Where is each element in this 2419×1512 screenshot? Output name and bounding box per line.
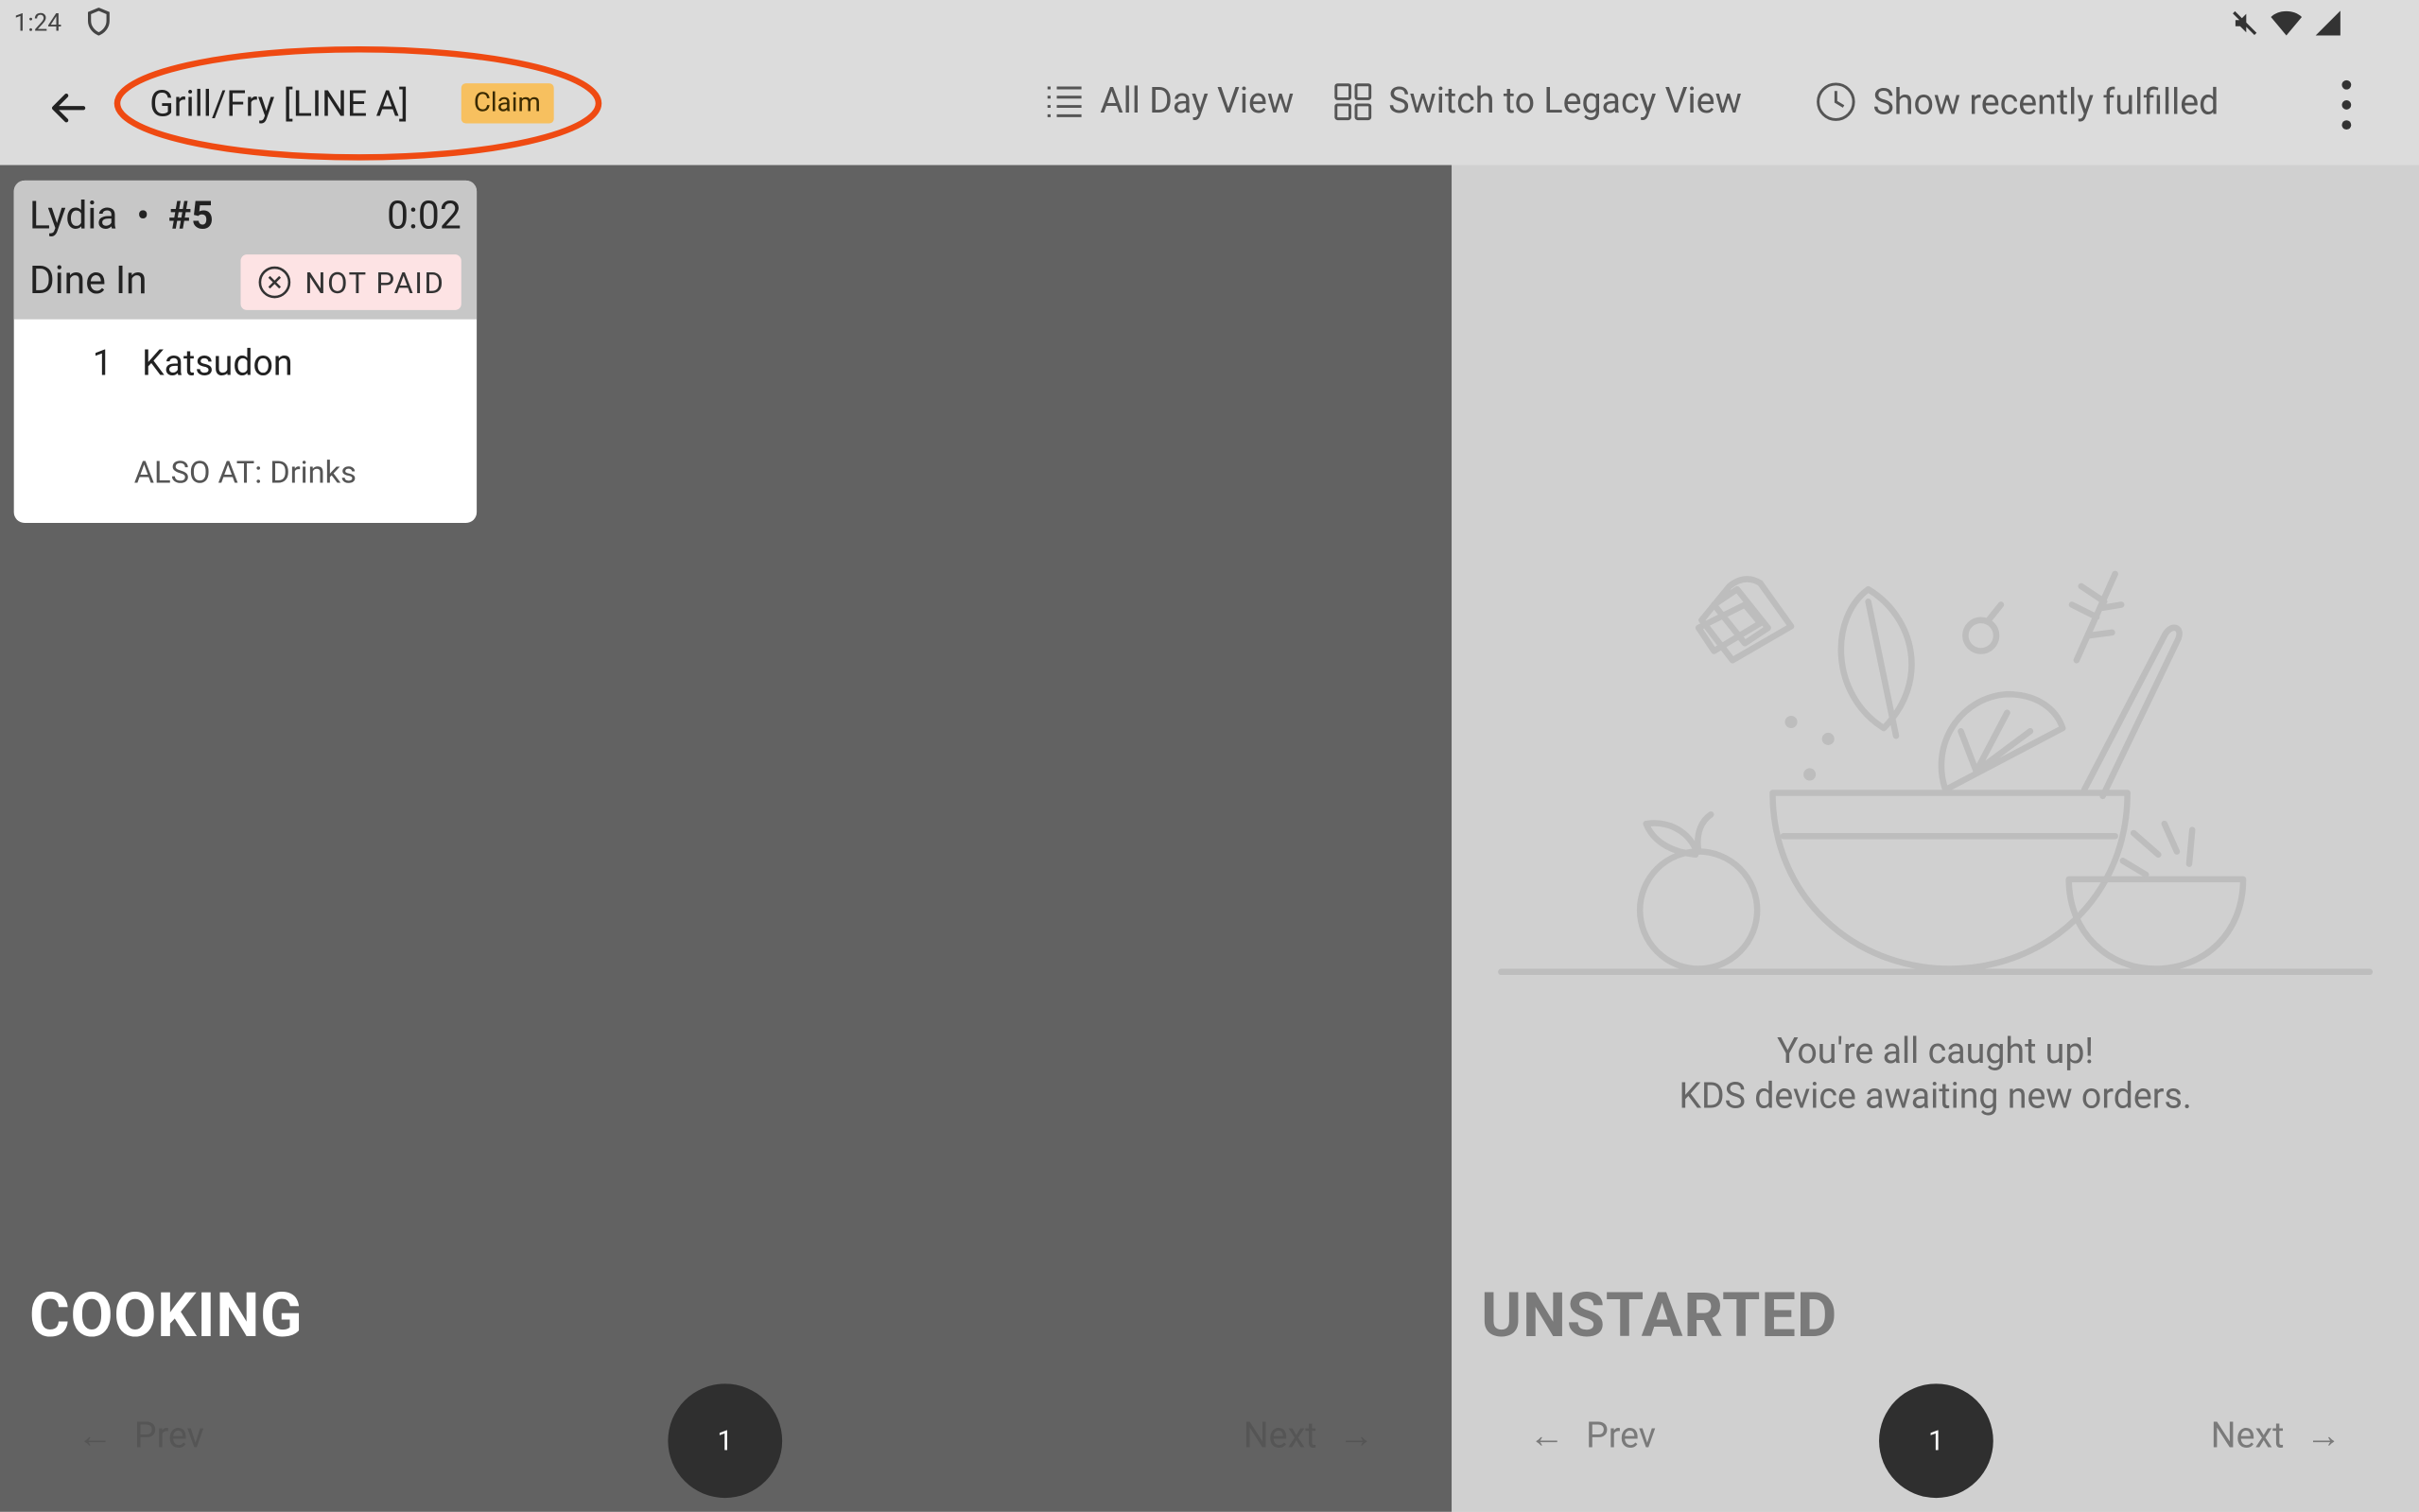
next-label: Next <box>2210 1414 2285 1457</box>
prev-label: Prev <box>133 1414 204 1457</box>
cancel-circle-icon <box>257 266 290 299</box>
also-at-note: ALSO AT: Drinks <box>133 453 357 491</box>
ticket-header: Lydia • #5 0:02 Dine In NOT PAID <box>13 180 478 320</box>
signal-icon <box>2315 10 2341 36</box>
list-icon <box>1047 85 1082 117</box>
arrow-left-icon: ← <box>1528 1414 1565 1457</box>
order-number: #5 <box>168 194 214 239</box>
all-day-view-button[interactable]: All Day View <box>1044 80 1294 122</box>
kds-screen: 1:24 Grill/Fry [LINE A] Claim All Day Vi… <box>0 0 2419 1512</box>
next-label: Next <box>1243 1414 1317 1457</box>
mute-icon <box>2233 10 2257 36</box>
cooking-title: COOKING <box>28 1278 304 1352</box>
recently-fulfilled-button[interactable]: Show recently fulfilled <box>1815 80 2219 124</box>
more-options-icon[interactable] <box>2329 78 2363 133</box>
legacy-view-label: Switch to Legacy View <box>1388 79 1742 122</box>
app-bar: Grill/Fry [LINE A] Claim All Day View Sw… <box>0 45 2419 165</box>
unstarted-page-indicator[interactable]: 1 <box>1879 1383 1993 1499</box>
claim-button[interactable]: Claim <box>461 83 553 124</box>
item-name: Katsudon <box>142 342 293 385</box>
customer-name: Lydia <box>28 194 118 239</box>
recently-fulfilled-label: Show recently fulfilled <box>1872 80 2219 123</box>
empty-state-message: You're all caught up! KDS device awaitin… <box>1452 1029 2419 1119</box>
arrow-right-icon: → <box>2306 1414 2341 1457</box>
status-bar: 1:24 <box>0 0 2419 46</box>
arrow-right-icon: → <box>1338 1414 1374 1457</box>
empty-line-2: KDS device awaiting new orders. <box>1679 1075 2192 1118</box>
legacy-view-button[interactable]: Switch to Legacy View <box>1333 80 1742 122</box>
status-time: 1:24 <box>13 8 62 38</box>
cooking-column: Lydia • #5 0:02 Dine In NOT PAID 1 Katsu… <box>0 165 1453 1512</box>
arrow-left-icon: ← <box>77 1414 113 1457</box>
cooking-page-indicator[interactable]: 1 <box>668 1383 783 1499</box>
payment-status-label: NOT PAID <box>305 264 445 301</box>
order-type: Dine In <box>28 259 148 304</box>
clock-icon <box>1817 82 1855 121</box>
grid-icon <box>1334 82 1372 120</box>
payment-status-badge: NOT PAID <box>240 254 461 310</box>
empty-line-1: You're all caught up! <box>1777 1030 2095 1072</box>
unstarted-column: You're all caught up! KDS device awaitin… <box>1452 165 2419 1512</box>
station-name: Grill/Fry [LINE A] <box>149 83 409 126</box>
elapsed-time: 0:02 <box>387 194 461 239</box>
unstarted-title: UNSTARTED <box>1481 1278 1838 1352</box>
separator: • <box>136 194 150 239</box>
status-icons <box>2231 9 2341 37</box>
empty-bowl-illustration <box>1498 570 2374 976</box>
cooking-next-button[interactable]: Next → <box>1244 1415 1374 1456</box>
all-day-view-label: All Day View <box>1100 79 1295 122</box>
back-arrow-icon[interactable] <box>44 83 93 132</box>
unstarted-prev-button[interactable]: ← Prev <box>1529 1415 1656 1456</box>
order-ticket[interactable]: Lydia • #5 0:02 Dine In NOT PAID 1 Katsu… <box>13 180 478 524</box>
cooking-prev-button[interactable]: ← Prev <box>78 1415 204 1456</box>
unstarted-next-button[interactable]: Next → <box>2211 1415 2341 1456</box>
prev-label: Prev <box>1586 1414 1656 1457</box>
item-quantity: 1 <box>92 342 113 385</box>
shield-icon <box>87 8 110 36</box>
wifi-icon <box>2271 10 2303 36</box>
ticket-customer: Lydia • #5 <box>29 195 214 239</box>
